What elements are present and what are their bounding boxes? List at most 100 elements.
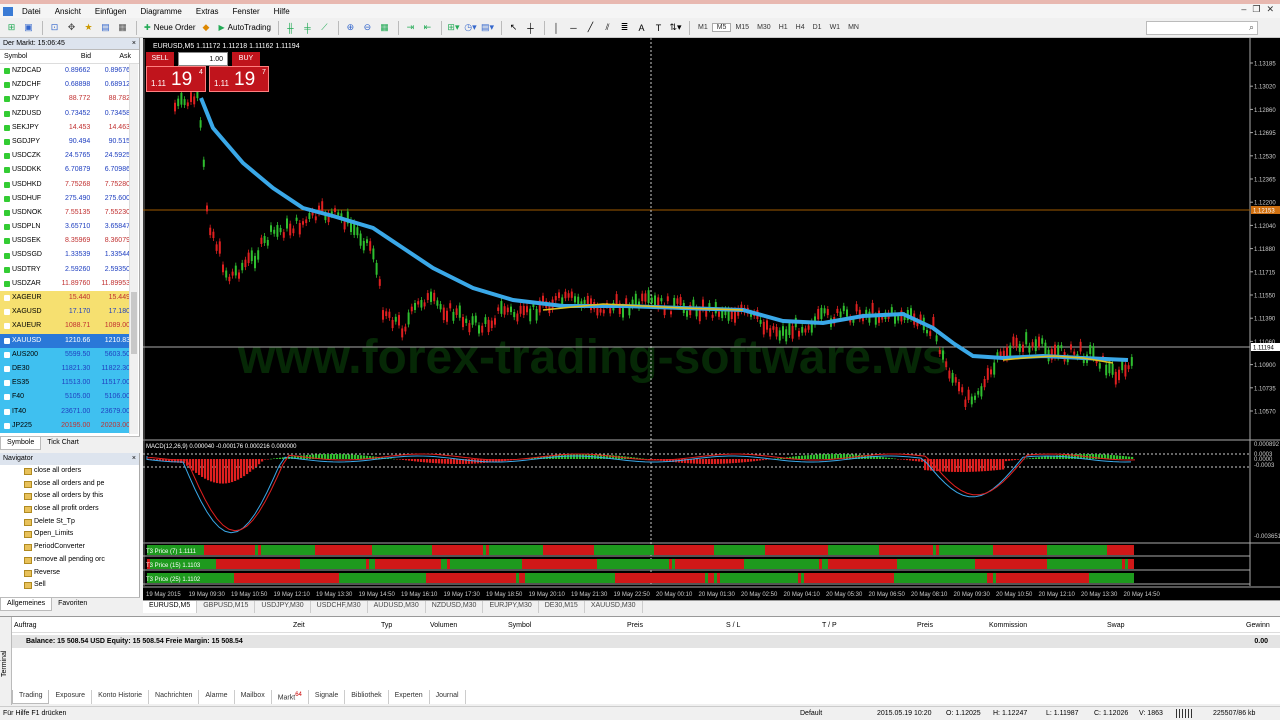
tab-mailbox[interactable]: Mailbox [235,690,272,704]
market-watch-row[interactable]: F40 5105.00 5106.00 [0,390,130,405]
tab-allgemeines[interactable]: Allgemeines [0,598,53,611]
market-watch-row[interactable]: USDHUF 275.490 275.600 [0,192,130,206]
chart-tab[interactable]: NZDUSD,M30 [426,601,484,613]
market-watch-row[interactable]: ES35 11513.00 11517.00 [0,376,130,391]
market-watch-row[interactable]: NZDCAD 0.89662 0.89676 [0,64,130,78]
chart-tab[interactable]: DE30,M15 [539,601,585,613]
col-preis-current[interactable]: Preis [917,622,933,629]
market-watch-row[interactable]: USDNOK 7.55135 7.55230 [0,206,130,220]
tile-icon[interactable]: ▦ [377,20,392,35]
market-watch-row[interactable]: XAUUSD 1210.66 1210.83 [0,333,130,348]
menu-ansicht[interactable]: Ansicht [48,7,88,16]
market-watch-row[interactable]: XAUEUR 1088.71 1089.00 [0,319,130,334]
tab-exposure[interactable]: Exposure [49,690,93,704]
menu-einfuegen[interactable]: Einfügen [88,7,134,16]
bid-column-header[interactable]: Bid [50,50,91,63]
bar-chart-icon[interactable]: ╫ [283,20,298,35]
sell-button[interactable]: SELL [146,52,174,66]
timeframe-m1[interactable]: M1 [694,24,712,31]
market-watch-row[interactable]: USDDKK 6.70879 6.70986 [0,163,130,177]
col-symbol[interactable]: Symbol [508,622,531,629]
col-preis[interactable]: Preis [627,622,643,629]
line-chart-icon[interactable]: ⟋ [317,20,332,35]
market-watch-icon[interactable]: ⊡ [47,20,62,35]
market-watch-row[interactable]: NZDCHF 0.68898 0.68912 [0,78,130,92]
periods-icon[interactable]: ◷▾ [463,20,478,35]
close-icon[interactable]: × [132,453,136,465]
new-chart-icon[interactable]: ⊞ [4,20,19,35]
market-watch-row[interactable]: USDSEK 8.35969 8.36079 [0,234,130,248]
market-watch-row[interactable]: SEKJPY 14.453 14.463 [0,121,130,135]
market-watch-row[interactable]: USDTRY 2.59260 2.59350 [0,263,130,277]
tab-experten[interactable]: Experten [389,690,430,704]
chart-shift-icon[interactable]: ⇤ [420,20,435,35]
crosshair-icon[interactable]: ┼ [523,20,538,35]
menu-extras[interactable]: Extras [189,7,226,16]
tab-bibliothek[interactable]: Bibliothek [345,690,389,704]
zoom-in-icon[interactable]: ⊕ [343,20,358,35]
timeframe-h4[interactable]: H4 [792,24,809,31]
menu-fenster[interactable]: Fenster [226,7,267,16]
zoom-out-icon[interactable]: ⊖ [360,20,375,35]
timeframe-m30[interactable]: M30 [753,24,775,31]
status-profile[interactable]: Default [800,710,822,717]
timeframe-h1[interactable]: H1 [775,24,792,31]
col-swap[interactable]: Swap [1107,622,1125,629]
col-sl[interactable]: S / L [726,622,740,629]
search-input[interactable] [1146,21,1258,35]
tab-symbole[interactable]: Symbole [0,437,42,450]
restore-icon[interactable]: ❐ [1252,4,1260,15]
horizontal-line-icon[interactable]: ─ [566,20,581,35]
col-gewinn[interactable]: Gewinn [1246,622,1270,629]
col-kommission[interactable]: Kommission [989,622,1027,629]
navigator-item[interactable]: PeriodConverter [0,541,128,554]
tab-alarme[interactable]: Alarme [199,690,235,704]
autoscroll-icon[interactable]: ⇥ [403,20,418,35]
buy-price-button[interactable]: 1.11 19 7 [209,66,269,92]
chart-tab[interactable]: GBPUSD,M15 [197,601,256,613]
tab-signale[interactable]: Signale [309,690,346,704]
symbol-column-header[interactable]: Symbol [0,50,50,63]
tab-journal[interactable]: Journal [430,690,466,704]
navigator-item[interactable]: close all orders and pe [0,478,128,491]
market-watch-row[interactable]: USDHKD 7.75268 7.75280 [0,178,130,192]
market-watch-row[interactable]: JP225 20195.00 20203.00 [0,418,130,433]
metaeditor-icon[interactable]: ◆ [199,20,214,35]
trendline-icon[interactable]: ╱ [583,20,598,35]
market-watch-row[interactable]: SGDJPY 90.494 90.515 [0,135,130,149]
market-watch-row[interactable]: NZDJPY 88.772 88.782 [0,92,130,106]
navigator-item[interactable]: close all profit orders [0,503,128,516]
market-watch-row[interactable]: USDCZK 24.5765 24.5925 [0,149,130,163]
arrows-icon[interactable]: ⇅▾ [668,20,683,35]
label-icon[interactable]: T [651,20,666,35]
chart-tab[interactable]: EURUSD,M5 [143,601,198,613]
market-watch-row[interactable]: USDPLN 3.65710 3.65847 [0,220,130,234]
buy-button[interactable]: BUY [232,52,260,66]
cursor-icon[interactable]: ↖ [506,20,521,35]
tester-icon[interactable]: ▦ [115,20,130,35]
chart-tab[interactable]: XAUUSD,M30 [585,601,643,613]
market-watch-scrollbar[interactable] [129,64,138,434]
tab-tick-chart[interactable]: Tick Chart [41,437,85,450]
timeframe-m5[interactable]: M5 [711,23,732,32]
navigator-item[interactable]: Delete St_Tp [0,516,128,529]
tab-nachrichten[interactable]: Nachrichten [149,690,200,704]
market-watch-row[interactable]: USDZAR 11.89760 11.89953 [0,277,130,291]
channel-icon[interactable]: ⫽ [600,20,615,35]
chart-tab[interactable]: USDJPY,M30 [255,601,311,613]
col-tp[interactable]: T / P [822,622,837,629]
close-icon[interactable]: × [132,38,136,50]
ask-column-header[interactable]: Ask [91,50,131,63]
col-typ[interactable]: Typ [381,622,392,629]
tab-trading[interactable]: Trading [12,690,50,704]
lot-size-input[interactable]: 1.00 [178,52,228,66]
timeframe-w1[interactable]: W1 [826,24,845,31]
navigator-item[interactable]: close all orders by this [0,490,128,503]
tab-favoriten[interactable]: Favoriten [52,598,93,611]
chart-tab[interactable]: USDCHF,M30 [311,601,368,613]
candlestick-icon[interactable]: ╪ [300,20,315,35]
data-window-icon[interactable]: ✥ [64,20,79,35]
navigator-item[interactable]: Open_Limits [0,528,128,541]
navigator-item[interactable]: close all orders [0,465,128,478]
chart-window[interactable]: EURUSD,M5 1.11172 1.11218 1.11162 1.1119… [143,38,1280,600]
